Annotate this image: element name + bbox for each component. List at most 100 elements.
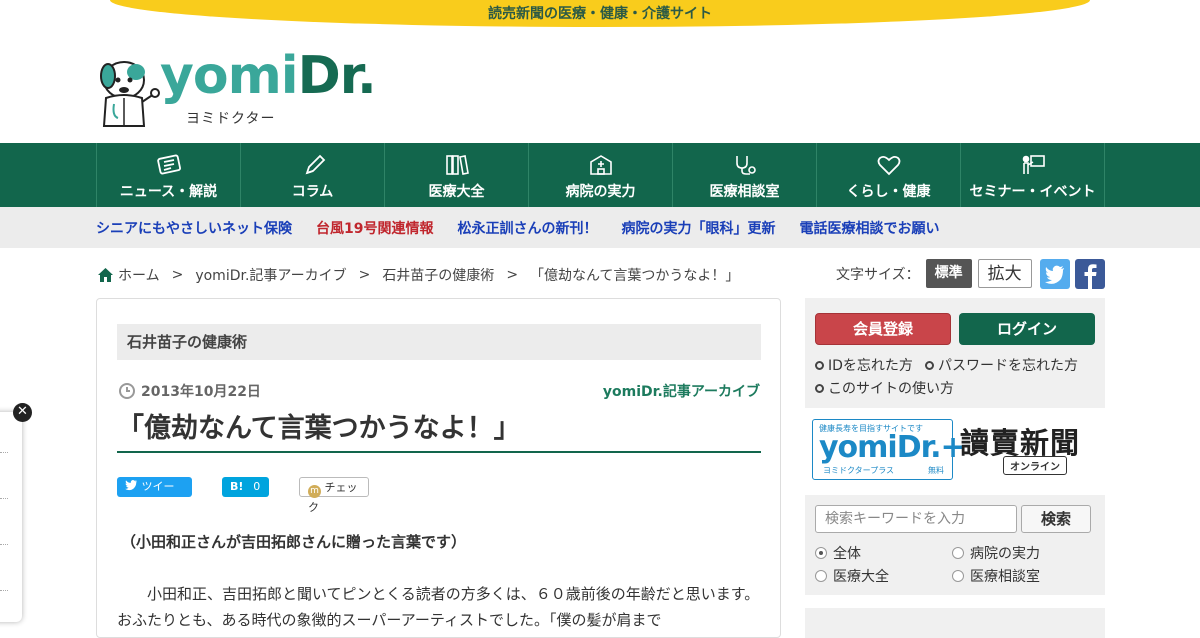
breadcrumb-separator: > [506, 267, 519, 283]
font-size-control: 文字サイズ： 標準 拡大 [836, 259, 1032, 288]
nav-label: くらし・健康 [846, 184, 931, 200]
close-icon[interactable]: ✕ [13, 403, 32, 422]
radio-selected [815, 547, 827, 559]
radio-label: 医療相談室 [970, 569, 1040, 585]
hatena-label: B! [230, 480, 244, 493]
facebook-share-button[interactable] [1075, 259, 1105, 289]
search-panel: 検索キーワードを入力 検索 全体 病院の実力 医療大全 医療相談室 [805, 495, 1105, 595]
stethoscope-icon [736, 156, 756, 175]
clock-icon [119, 383, 135, 399]
nav-label: セミナー・イベント [969, 184, 1096, 200]
bullet-icon [815, 360, 824, 370]
nav-label: ニュース・解説 [119, 184, 218, 200]
search-scope-encyclopedia[interactable]: 医療大全 [815, 566, 889, 586]
tweet-button[interactable]: ツイート [117, 477, 192, 513]
breadcrumb-current: 「億劫なんて言葉つかうなよ！」 [530, 268, 740, 284]
breadcrumb-archive[interactable]: yomiDr.記事アーカイブ [195, 265, 346, 285]
plus-logo: yomiDr.+ [819, 430, 966, 465]
newspaper-icon [157, 154, 181, 175]
mixi-icon: m [308, 485, 321, 498]
search-scope-consultation[interactable]: 医療相談室 [952, 566, 1040, 586]
article-category[interactable]: 石井苗子の健康術 [117, 324, 761, 360]
forgot-password-link[interactable]: パスワードを忘れた方 [925, 355, 1078, 375]
search-scope-all[interactable]: 全体 [815, 543, 861, 563]
article-lead: （小田和正さんが吉田拓郎さんに贈った言葉です） [121, 533, 467, 551]
panel-divider [0, 544, 8, 545]
breadcrumb-separator: > [171, 267, 184, 283]
yomiuri-online-banner[interactable]: 讀賣新聞 オンライン [960, 420, 1100, 480]
login-button[interactable]: ログイン [959, 313, 1095, 345]
archive-link[interactable]: yomiDr.記事アーカイブ [603, 381, 760, 401]
books-icon [446, 155, 469, 175]
online-badge: オンライン [1003, 456, 1067, 475]
pencil-icon [305, 154, 326, 175]
nav-label: 病院の実力 [565, 184, 636, 200]
twitter-share-button[interactable] [1040, 259, 1070, 289]
hatena-bookmark-button[interactable]: B! 0 [222, 477, 269, 497]
home-icon [98, 268, 113, 282]
site-guide-link[interactable]: このサイトの使い方 [815, 378, 954, 398]
nav-item-news[interactable]: ニュース・解説 [97, 143, 241, 207]
breadcrumb: ホーム > yomiDr.記事アーカイブ > 石井苗子の健康術 > 「億劫なんて… [98, 265, 739, 285]
plus-free-badge: 無料 [928, 466, 944, 475]
nav-item-consultation[interactable]: 医療相談室 [673, 143, 817, 207]
bullet-icon [925, 360, 934, 370]
breadcrumb-column[interactable]: 石井苗子の健康術 [382, 265, 494, 285]
featured-link-phone-consult[interactable]: 電話医療相談でお願い [799, 218, 939, 238]
breadcrumb-separator: > [358, 267, 371, 283]
sidebar-next-section [805, 608, 1105, 638]
radio-label: 全体 [833, 546, 861, 562]
site-logo[interactable]: yomiDr. ヨミドクター [94, 46, 377, 130]
font-size-large-button[interactable]: 拡大 [977, 259, 1032, 288]
search-scope-hospital[interactable]: 病院の実力 [952, 543, 1040, 563]
doctor-dog-mascot-icon [100, 61, 160, 127]
register-button[interactable]: 会員登録 [815, 313, 951, 345]
twitter-icon [1045, 265, 1064, 284]
font-size-standard-button[interactable]: 標準 [925, 259, 972, 288]
panel-divider [0, 452, 8, 453]
nav-item-lifestyle[interactable]: くらし・健康 [817, 143, 961, 207]
side-floating-panel[interactable] [0, 412, 22, 622]
breadcrumb-home[interactable]: ホーム [118, 265, 160, 285]
nav-item-hospital[interactable]: 病院の実力 [529, 143, 673, 207]
twitter-icon [125, 480, 137, 491]
radio-label: 医療大全 [833, 569, 889, 585]
login-panel: 会員登録 ログイン IDを忘れた方 パスワードを忘れた方 このサイトの使い方 [805, 298, 1105, 408]
radio [952, 547, 964, 559]
radio [815, 570, 827, 582]
article-panel: 石井苗子の健康術 2013年10月22日 yomiDr.記事アーカイブ 「億劫な… [96, 298, 781, 638]
yomidr-plus-banner[interactable]: 健康長寿を目指すサイトです yomiDr.+ ヨミドクタープラス 無料 [812, 419, 966, 480]
nav-item-encyclopedia[interactable]: 医療大全 [385, 143, 529, 207]
search-input[interactable]: 検索キーワードを入力 [815, 505, 1017, 533]
logo-wordmark: yomiDr. [160, 46, 377, 106]
banner-text: 読売新聞の医療・健康・介護サイト [488, 6, 712, 22]
nav-item-seminar[interactable]: セミナー・イベント [961, 143, 1105, 207]
nav-label: 医療相談室 [709, 184, 780, 200]
logo-subtitle: ヨミドクター [186, 111, 276, 127]
featured-link-typhoon[interactable]: 台風19号関連情報 [316, 218, 433, 238]
mixi-check-button[interactable]: m チェック [299, 477, 369, 514]
bullet-icon [815, 383, 824, 393]
hospital-icon [590, 155, 612, 175]
search-button[interactable]: 検索 [1021, 505, 1091, 533]
panel-divider [0, 590, 8, 591]
forgot-id-link[interactable]: IDを忘れた方 [815, 355, 913, 375]
link-label: パスワードを忘れた方 [938, 358, 1078, 374]
presenter-icon [1022, 155, 1045, 174]
font-size-label: 文字サイズ： [836, 266, 920, 283]
plus-subtitle: ヨミドクタープラス [823, 466, 895, 475]
site-tagline-banner: 読売新聞の医療・健康・介護サイト [110, 0, 1090, 27]
logo-yomi: yomi [160, 46, 299, 106]
featured-link-new-book[interactable]: 松永正訓さんの新刊！ [457, 218, 597, 238]
featured-link-insurance[interactable]: シニアにもやさしいネット保険 [96, 218, 292, 238]
link-label: IDを忘れた方 [828, 358, 913, 374]
radio [952, 570, 964, 582]
featured-links-bar: シニアにもやさしいネット保険 台風19号関連情報 松永正訓さんの新刊！ 病院の実… [0, 207, 1200, 248]
radio-label: 病院の実力 [970, 546, 1040, 562]
featured-link-ophthalmology[interactable]: 病院の実力「眼科」更新 [621, 218, 775, 238]
date-text: 2013年10月22日 [141, 384, 261, 400]
panel-divider [0, 498, 8, 499]
nav-item-column[interactable]: コラム [241, 143, 385, 207]
hatena-count: 0 [253, 480, 261, 493]
facebook-icon [1084, 264, 1097, 289]
